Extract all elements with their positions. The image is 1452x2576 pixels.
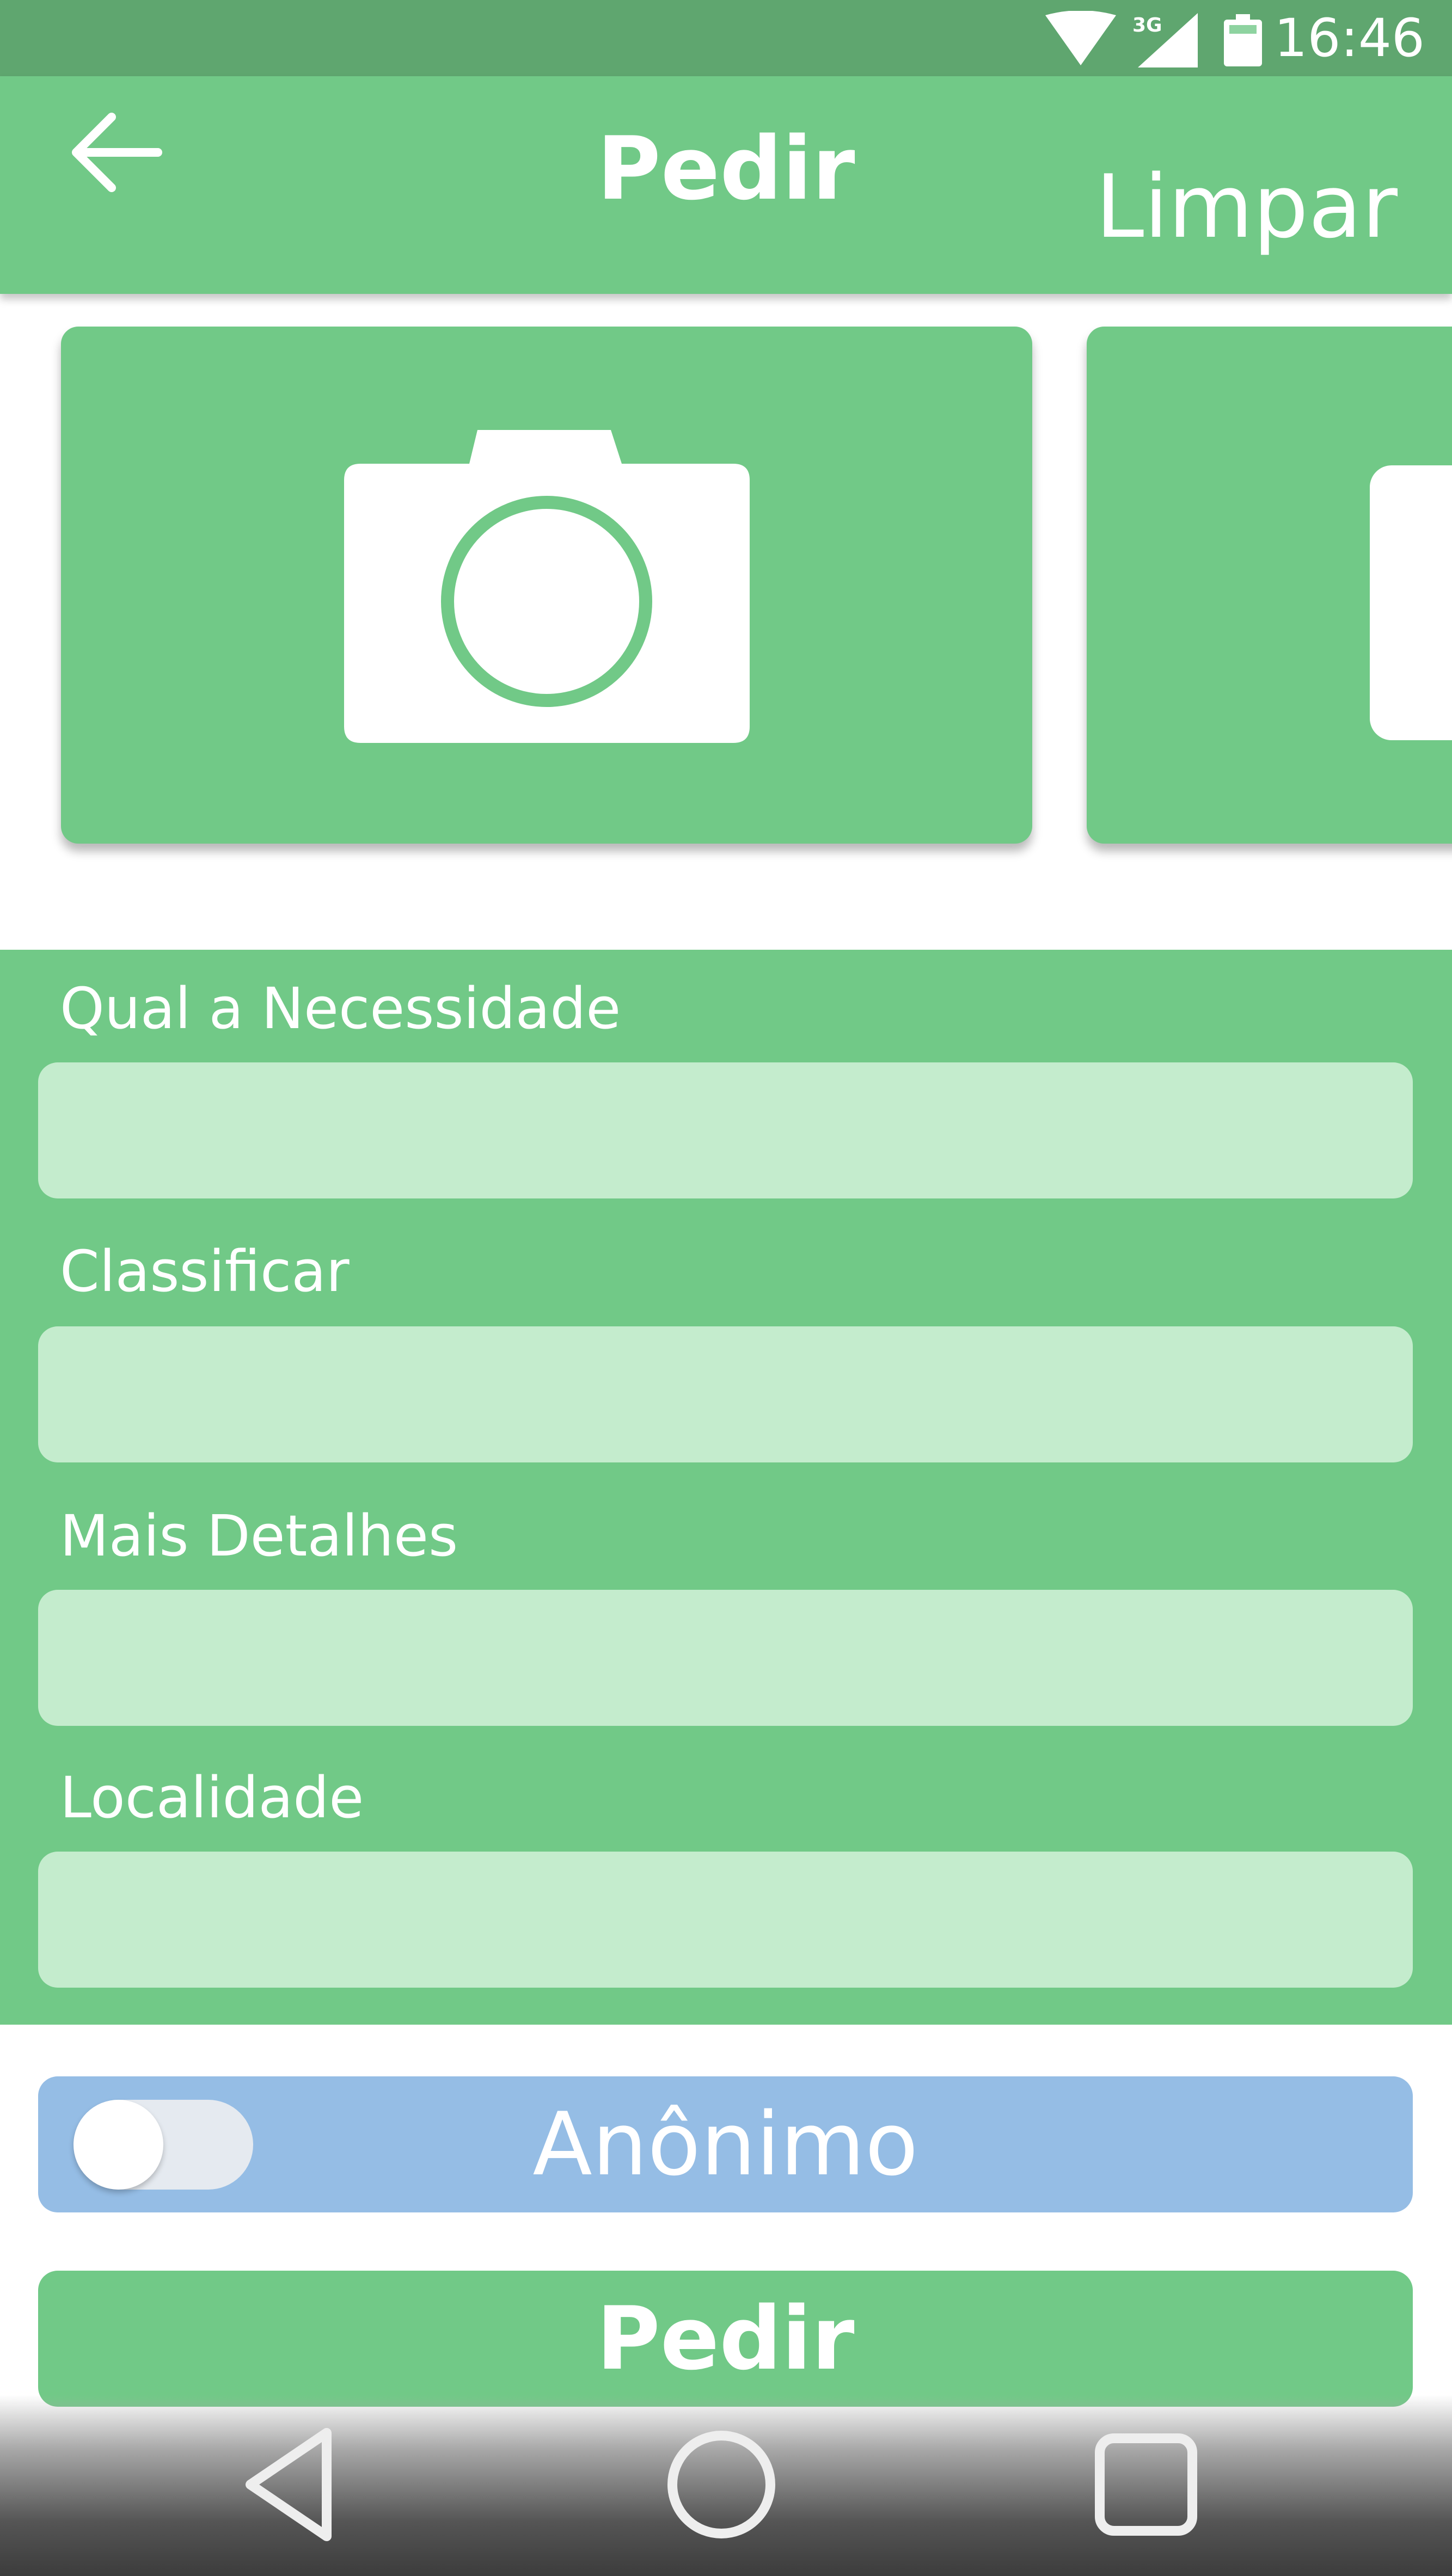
submit-button[interactable]: Pedir	[38, 2271, 1413, 2407]
clear-button[interactable]: Limpar	[1095, 147, 1398, 267]
details-input[interactable]	[38, 1590, 1413, 1726]
home-circle-icon[interactable]	[664, 2427, 779, 2542]
classify-input[interactable]	[38, 1326, 1413, 1462]
camera-icon	[1370, 465, 1452, 740]
need-input[interactable]	[38, 1062, 1413, 1198]
status-time: 16:46	[1274, 8, 1425, 69]
location-label: Localidade	[60, 1765, 364, 1831]
camera-icon	[344, 430, 750, 743]
details-label: Mais Detalhes	[60, 1503, 458, 1569]
wifi-icon	[1045, 11, 1116, 65]
battery-icon	[1224, 14, 1262, 66]
signal-icon: 3G	[1132, 13, 1198, 67]
recents-square-icon[interactable]	[1089, 2427, 1203, 2542]
svg-text:3G: 3G	[1132, 14, 1162, 36]
location-input[interactable]	[38, 1852, 1413, 1988]
anonymous-switch-knob[interactable]	[73, 2100, 163, 2190]
back-triangle-icon[interactable]	[234, 2427, 343, 2542]
classify-label: Classificar	[60, 1238, 350, 1305]
need-label: Qual a Necessidade	[60, 975, 621, 1042]
